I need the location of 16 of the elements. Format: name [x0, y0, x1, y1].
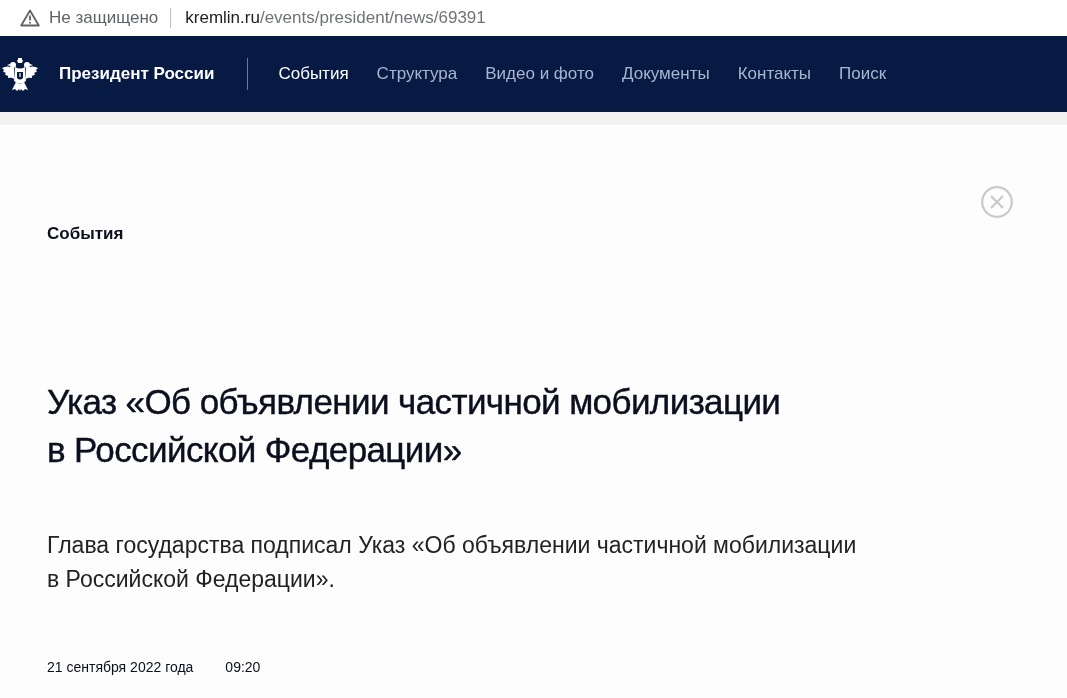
nav-tab[interactable]: Контакты [737, 64, 812, 84]
section-label: События [47, 224, 124, 244]
url-text[interactable]: kremlin.ru/events/president/news/69391 [185, 8, 486, 28]
site-title[interactable]: Президент России [59, 64, 215, 84]
article-title: Указ «Об объявлении частичной мобилизации в Российской Федерации» [47, 381, 782, 471]
nav-tab[interactable]: Видео и фото [485, 64, 594, 84]
nav-tab[interactable]: Структура [376, 64, 458, 84]
article-lead: Глава государства подписал Указ «Об объявлении частичной мобилизации в Российской Федерации». [47, 531, 858, 594]
publish-time: 09:20 [225, 658, 261, 676]
security-label[interactable]: Не защищено [49, 8, 159, 28]
nav-tab[interactable]: События [278, 64, 349, 84]
warning-icon[interactable] [20, 9, 40, 27]
nav-tab[interactable]: Документы [622, 64, 710, 84]
nav-tab[interactable]: Поиск [839, 64, 887, 84]
eagle-emblem-icon[interactable] [1, 55, 39, 93]
publish-date: 21 сентября 2022 года [47, 658, 194, 676]
